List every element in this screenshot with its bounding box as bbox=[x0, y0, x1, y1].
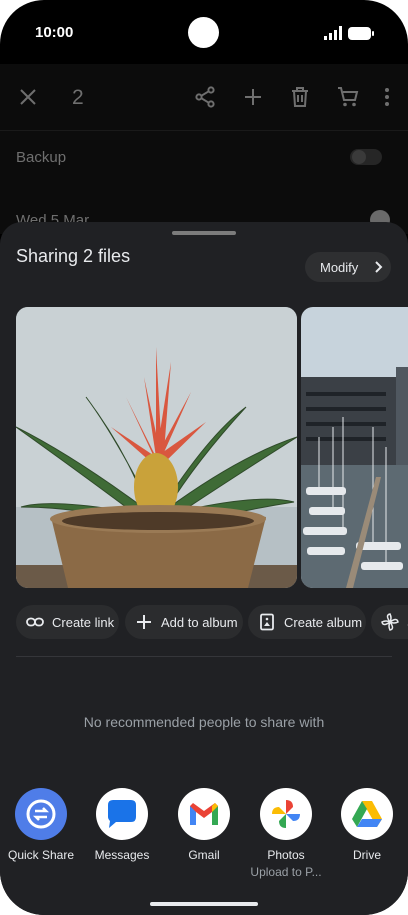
modify-label: Modify bbox=[320, 260, 359, 275]
add-to-album-label: Add to album bbox=[161, 615, 238, 630]
sheet-title: Sharing 2 files bbox=[16, 246, 131, 266]
phone-screen: 10:00 2 Backup Wed 5 Mar Sharing 2 files… bbox=[0, 0, 408, 915]
gmail-label: Gmail bbox=[188, 848, 220, 862]
more-action-chip[interactable]: S bbox=[371, 605, 408, 639]
photos-glyph bbox=[272, 800, 300, 828]
drag-handle[interactable] bbox=[172, 231, 236, 235]
signal-icon bbox=[324, 26, 342, 40]
album-icon bbox=[260, 613, 274, 631]
share-icon[interactable] bbox=[193, 85, 217, 109]
toolbar-divider bbox=[0, 130, 408, 131]
backup-toggle[interactable] bbox=[350, 149, 382, 165]
battery-icon bbox=[348, 27, 374, 40]
marina-photo-image bbox=[301, 307, 408, 588]
status-time: 10:00 bbox=[35, 24, 74, 41]
home-indicator[interactable] bbox=[150, 902, 258, 906]
photos-sublabel: Upload to P... bbox=[250, 865, 322, 879]
link-icon bbox=[26, 617, 44, 627]
camera-cutout bbox=[188, 17, 219, 48]
marina-photo[interactable] bbox=[301, 307, 408, 588]
quick-share-icon bbox=[15, 788, 67, 840]
drive-glyph bbox=[352, 801, 382, 827]
messages-glyph bbox=[108, 800, 136, 828]
plant-photo-image bbox=[16, 307, 297, 588]
chevron-right-icon bbox=[375, 261, 383, 273]
status-bar: 10:00 bbox=[0, 0, 408, 64]
photo-selection-screen: 2 Backup Wed 5 Mar bbox=[0, 64, 408, 234]
pinwheel-icon bbox=[381, 613, 399, 631]
section-divider bbox=[16, 656, 392, 657]
app-quick-share[interactable]: Quick Share bbox=[1, 788, 81, 862]
no-people-message: No recommended people to share with bbox=[83, 714, 325, 730]
plus-icon bbox=[137, 615, 151, 629]
backup-label: Backup bbox=[16, 149, 67, 166]
app-photos[interactable]: Photos Upload to P... bbox=[246, 788, 326, 879]
photos-label: Photos bbox=[267, 848, 305, 862]
quick-share-label: Quick Share bbox=[7, 848, 75, 862]
app-drive[interactable]: Drive bbox=[327, 788, 407, 862]
drive-label: Drive bbox=[352, 848, 381, 862]
toggle-knob bbox=[352, 150, 366, 164]
share-sheet: Sharing 2 files Modify Create link Add t… bbox=[0, 222, 408, 915]
create-link-chip[interactable]: Create link bbox=[16, 605, 119, 639]
app-gmail[interactable]: Gmail bbox=[164, 788, 244, 862]
more-vert-icon[interactable] bbox=[375, 85, 399, 109]
messages-icon bbox=[96, 788, 148, 840]
create-link-label: Create link bbox=[52, 615, 115, 630]
modify-button[interactable]: Modify bbox=[305, 252, 391, 282]
add-icon[interactable] bbox=[241, 85, 265, 109]
plant-photo[interactable] bbox=[16, 307, 297, 588]
gmail-icon bbox=[178, 788, 230, 840]
quick-share-glyph bbox=[26, 799, 56, 829]
gmail-glyph bbox=[190, 803, 218, 825]
app-messages[interactable]: Messages bbox=[82, 788, 162, 862]
trash-icon[interactable] bbox=[288, 85, 312, 109]
drive-icon bbox=[341, 788, 393, 840]
close-icon[interactable] bbox=[16, 85, 40, 109]
create-album-label: Create album bbox=[284, 615, 363, 630]
cart-icon[interactable] bbox=[336, 85, 360, 109]
create-album-chip[interactable]: Create album bbox=[248, 605, 366, 639]
messages-label: Messages bbox=[94, 848, 150, 862]
selected-count: 2 bbox=[72, 86, 84, 109]
add-to-album-chip[interactable]: Add to album bbox=[125, 605, 243, 639]
photos-icon bbox=[260, 788, 312, 840]
